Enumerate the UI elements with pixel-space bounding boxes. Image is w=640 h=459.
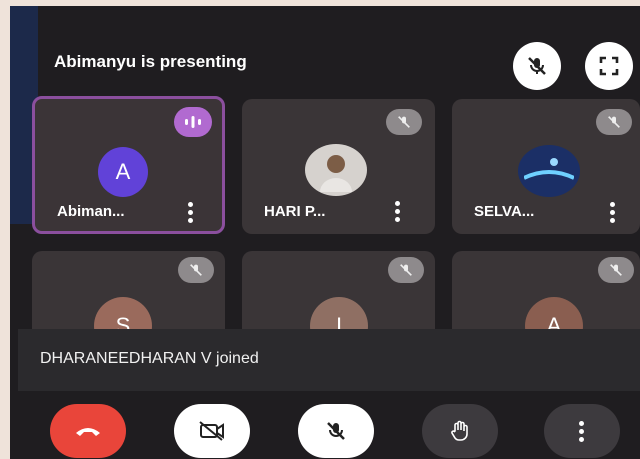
camera-toggle-button[interactable] xyxy=(174,404,250,458)
more-options-icon xyxy=(579,420,585,442)
participant-options-icon[interactable] xyxy=(610,202,616,223)
participant-name: SELVA... xyxy=(474,203,535,220)
participant-options-icon[interactable] xyxy=(188,202,194,223)
mic-off-icon xyxy=(178,257,214,283)
mic-off-icon xyxy=(388,257,424,283)
avatar-photo xyxy=(518,145,580,197)
fullscreen-button[interactable] xyxy=(585,42,633,90)
participant-tile-hari[interactable]: HARI P... xyxy=(242,99,435,234)
raise-hand-icon xyxy=(451,420,468,441)
speaking-indicator-icon xyxy=(174,107,212,137)
join-notification-text: DHARANEEDHARAN V joined xyxy=(40,350,259,367)
presenter-mute-button[interactable] xyxy=(513,42,561,90)
participant-name: Abiman... xyxy=(57,203,125,220)
avatar-photo xyxy=(305,144,367,196)
mic-off-icon xyxy=(327,422,345,440)
end-call-icon xyxy=(76,428,100,436)
mic-off-icon xyxy=(528,57,546,75)
end-call-button[interactable] xyxy=(50,404,126,458)
fullscreen-icon xyxy=(599,56,619,76)
join-notification: DHARANEEDHARAN V joined xyxy=(18,329,640,391)
mic-toggle-button[interactable] xyxy=(298,404,374,458)
meeting-screen: Abimanyu is presenting A Abiman... HARI … xyxy=(10,6,640,459)
more-options-button[interactable] xyxy=(544,404,620,458)
participant-options-icon[interactable] xyxy=(395,201,401,222)
avatar: A xyxy=(98,147,148,197)
presenting-status: Abimanyu is presenting xyxy=(54,52,247,71)
mic-off-icon xyxy=(598,257,634,283)
mic-off-icon xyxy=(596,109,632,135)
participant-name: HARI P... xyxy=(264,203,326,220)
camera-off-icon xyxy=(199,421,224,441)
mic-off-icon xyxy=(386,109,422,135)
participant-tile-abimanyu[interactable]: A Abiman... xyxy=(32,96,225,234)
raise-hand-button[interactable] xyxy=(422,404,498,458)
participant-tile-selva[interactable]: SELVA... xyxy=(452,99,640,234)
